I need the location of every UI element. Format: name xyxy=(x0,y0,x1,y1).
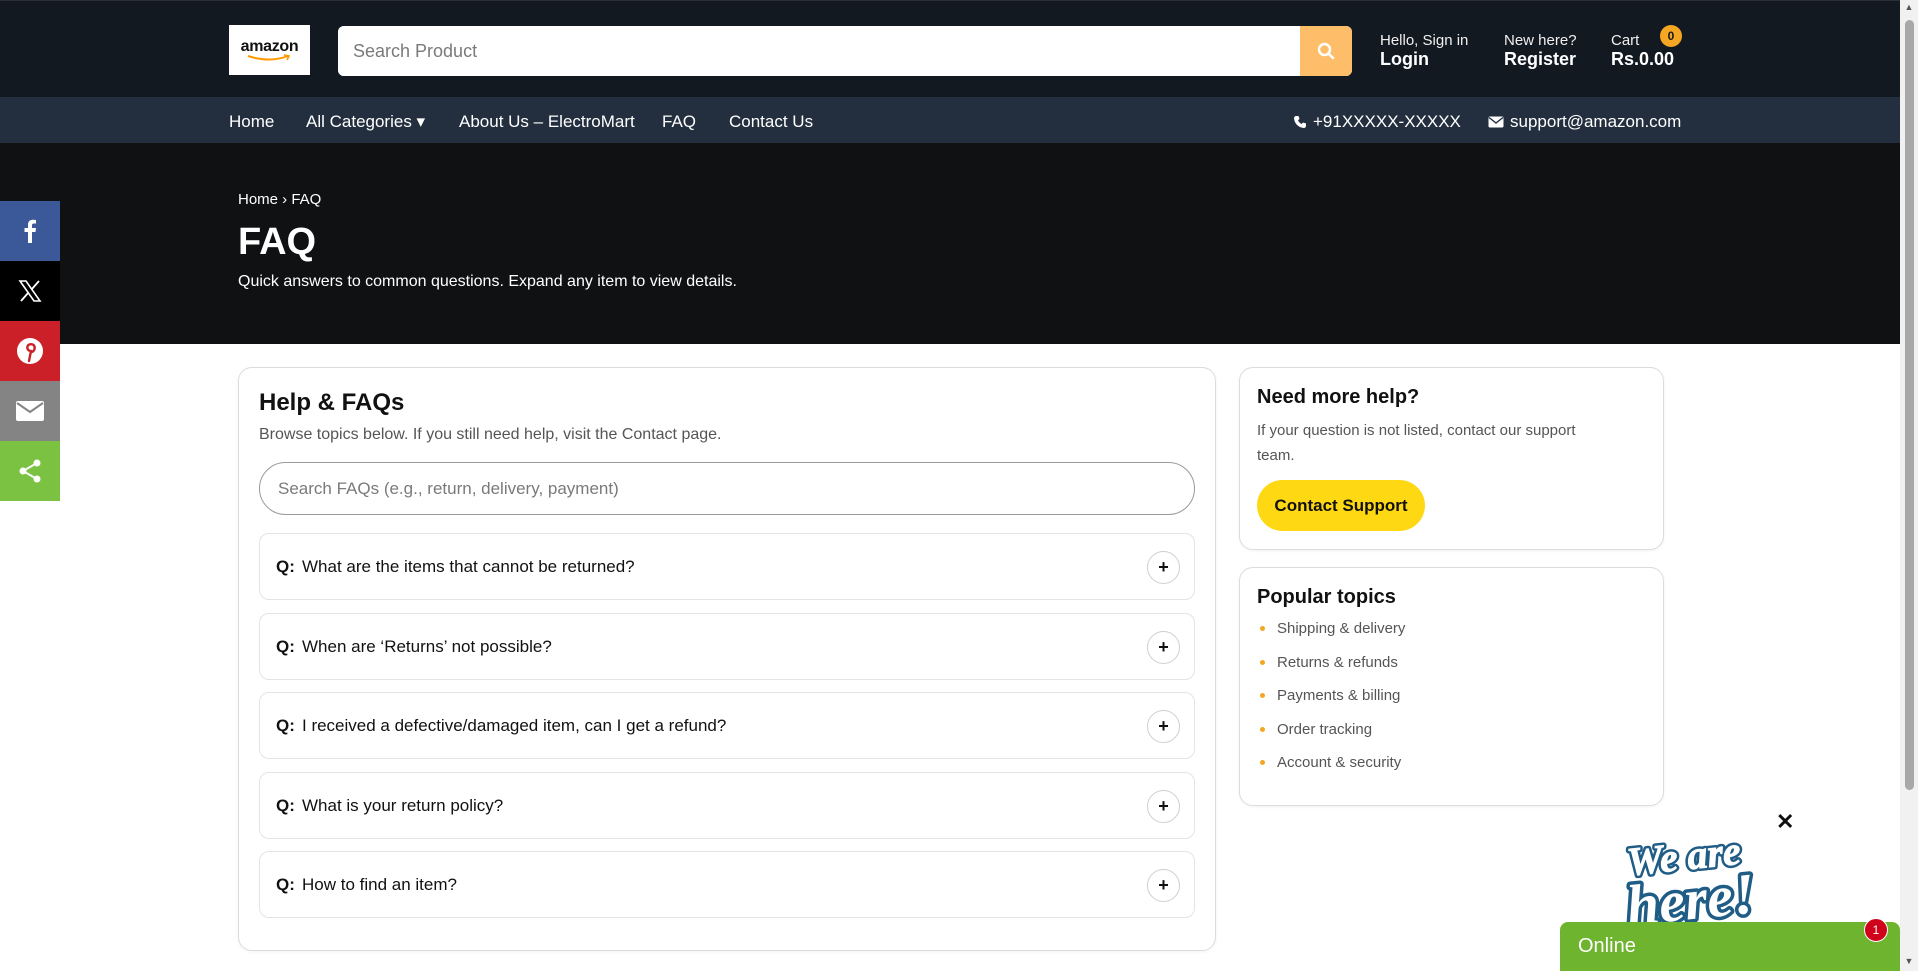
nav-faq[interactable]: FAQ xyxy=(662,112,696,132)
page-title: FAQ xyxy=(238,221,317,263)
faq-item[interactable]: Q: I received a defective/damaged item, … xyxy=(259,692,1195,759)
facebook-share-button[interactable] xyxy=(0,201,60,261)
page-subtitle: Quick answers to common questions. Expan… xyxy=(238,273,737,290)
generic-share-button[interactable] xyxy=(0,441,60,501)
nav-email[interactable]: support@amazon.com xyxy=(1488,112,1681,132)
contact-support-button[interactable]: Contact Support xyxy=(1257,480,1425,531)
scroll-down-arrow-icon[interactable]: ▼ xyxy=(1903,956,1915,968)
topic-item[interactable]: Account & security xyxy=(1260,754,1405,788)
email-share-button[interactable] xyxy=(0,381,60,441)
we-are-here-banner: We are We are here! here! xyxy=(1620,825,1762,925)
register-link[interactable]: New here? Register xyxy=(1504,32,1577,70)
topic-item[interactable]: Shipping & delivery xyxy=(1260,620,1405,654)
email-icon xyxy=(16,401,44,421)
topics-card: Popular topics Shipping & delivery Retur… xyxy=(1239,567,1664,806)
page-hero: Home › FAQ FAQ Quick answers to common q… xyxy=(0,143,1900,344)
topics-list: Shipping & delivery Returns & refunds Pa… xyxy=(1260,620,1405,788)
topics-card-title: Popular topics xyxy=(1257,586,1396,608)
faq-question: What are the items that cannot be return… xyxy=(302,557,635,576)
help-card-title: Need more help? xyxy=(1257,386,1420,408)
help-card-description: If your question is not listed, contact … xyxy=(1257,422,1576,464)
faq-card: Help & FAQs Browse topics below. If you … xyxy=(238,367,1216,951)
expand-plus-icon[interactable]: + xyxy=(1147,551,1180,584)
logo-smile-icon xyxy=(247,54,290,61)
faq-question: When are ‘Returns’ not possible? xyxy=(302,637,552,656)
nav-contact-us[interactable]: Contact Us xyxy=(729,112,813,132)
topic-item[interactable]: Payments & billing xyxy=(1260,687,1405,721)
search-icon xyxy=(1317,42,1335,60)
envelope-icon xyxy=(1488,116,1504,128)
signin-link[interactable]: Hello, Sign in Login xyxy=(1380,32,1468,70)
faq-question: How to find an item? xyxy=(302,875,457,894)
cart-count-badge: 0 xyxy=(1660,25,1682,47)
faq-item[interactable]: Q: What is your return policy? + xyxy=(259,772,1195,839)
main-nav: Home All Categories ▾ About Us – Electro… xyxy=(0,97,1900,143)
scroll-up-arrow-icon[interactable]: ▲ xyxy=(1903,2,1915,14)
nav-phone[interactable]: +91XXXXX-XXXXX xyxy=(1293,112,1461,132)
amazon-logo[interactable]: amazon xyxy=(229,25,310,75)
bullet-dot xyxy=(1260,726,1265,732)
facebook-icon xyxy=(24,219,36,243)
nav-home[interactable]: Home xyxy=(229,112,274,132)
chat-notification-badge: 1 xyxy=(1864,918,1888,942)
breadcrumb[interactable]: Home › FAQ xyxy=(238,191,321,208)
expand-plus-icon[interactable]: + xyxy=(1147,631,1180,664)
bullet-dot xyxy=(1260,659,1265,665)
pinterest-share-button[interactable] xyxy=(0,321,60,381)
x-icon xyxy=(18,280,42,302)
nav-about-us[interactable]: About Us – ElectroMart xyxy=(459,112,635,132)
product-search-input[interactable] xyxy=(338,26,1300,76)
x-share-button[interactable] xyxy=(0,261,60,321)
pinterest-icon xyxy=(17,338,43,364)
top-header: amazon Hello, Sign in Login New here? Re… xyxy=(0,0,1900,97)
expand-plus-icon[interactable]: + xyxy=(1147,869,1180,902)
expand-plus-icon[interactable]: + xyxy=(1147,710,1180,743)
nav-all-categories[interactable]: All Categories ▾ xyxy=(306,112,425,132)
faq-card-subtitle: Browse topics below. If you still need h… xyxy=(259,426,722,443)
topic-item[interactable]: Returns & refunds xyxy=(1260,654,1405,688)
product-search xyxy=(338,26,1352,76)
faq-item[interactable]: Q: How to find an item? + xyxy=(259,851,1195,918)
chat-online-bar[interactable]: Online xyxy=(1560,922,1900,971)
scrollbar-thumb[interactable] xyxy=(1905,20,1914,790)
faq-item[interactable]: Q: What are the items that cannot be ret… xyxy=(259,533,1195,600)
bullet-dot xyxy=(1260,626,1265,631)
faq-question: I received a defective/damaged item, can… xyxy=(302,716,727,735)
faq-item[interactable]: Q: When are ‘Returns’ not possible? + xyxy=(259,613,1195,680)
search-button[interactable] xyxy=(1300,26,1352,76)
expand-plus-icon[interactable]: + xyxy=(1147,790,1180,823)
phone-icon xyxy=(1294,116,1306,128)
topic-item[interactable]: Order tracking xyxy=(1260,721,1405,755)
faq-card-title: Help & FAQs xyxy=(259,389,405,416)
faq-question: What is your return policy? xyxy=(302,796,504,815)
faq-search-input[interactable] xyxy=(259,462,1195,515)
bullet-dot xyxy=(1260,760,1265,765)
help-card: Need more help? If your question is not … xyxy=(1239,367,1664,550)
bullet-dot xyxy=(1260,693,1265,698)
share-icon xyxy=(19,459,41,483)
